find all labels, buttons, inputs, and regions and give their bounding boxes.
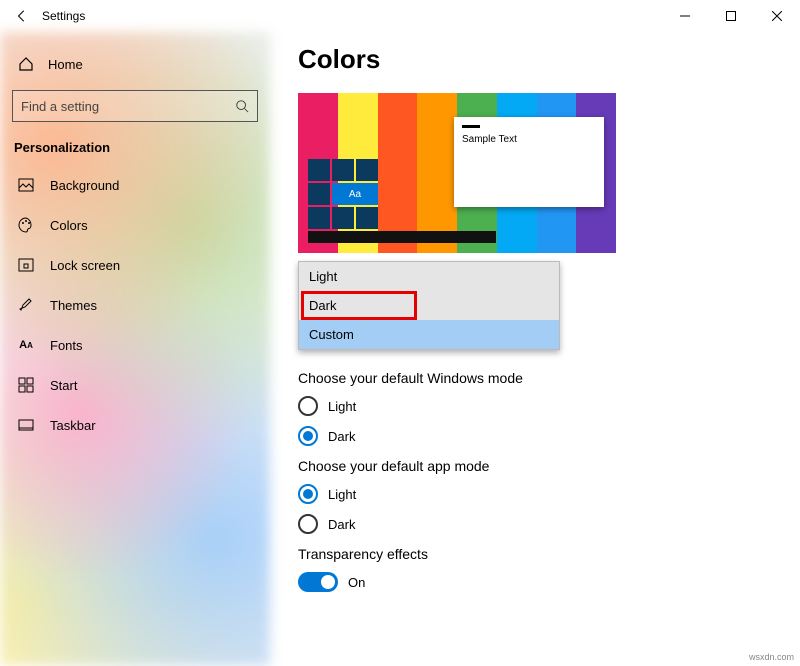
radio-checked-icon	[298, 484, 318, 504]
taskbar-icon	[18, 417, 34, 433]
search-input[interactable]	[21, 99, 235, 114]
app-mode-label: Choose your default app mode	[298, 458, 800, 474]
section-header: Personalization	[0, 122, 270, 165]
page-title: Colors	[298, 44, 800, 75]
window-title: Settings	[42, 9, 85, 23]
sidebar-item-lockscreen[interactable]: Lock screen	[0, 245, 270, 285]
sidebar-item-label: Start	[50, 378, 77, 393]
sidebar-item-fonts[interactable]: AA Fonts	[0, 325, 270, 365]
brush-icon	[18, 297, 34, 313]
sidebar-item-label: Background	[50, 178, 119, 193]
dropdown-option-custom[interactable]: Custom	[299, 320, 559, 349]
color-preview: Sample Text Aa	[298, 93, 616, 253]
sidebar-item-label: Colors	[50, 218, 88, 233]
dropdown-option-dark[interactable]: Dark	[299, 291, 559, 320]
search-icon	[235, 99, 249, 113]
home-icon	[18, 56, 34, 72]
app-mode-light[interactable]: Light	[298, 484, 800, 504]
home-nav[interactable]: Home	[0, 46, 270, 82]
lockscreen-icon	[18, 257, 34, 273]
minimize-icon	[680, 11, 690, 21]
transparency-toggle[interactable]	[298, 572, 338, 592]
radio-checked-icon	[298, 426, 318, 446]
radio-icon	[298, 514, 318, 534]
radio-label: Light	[328, 487, 356, 502]
back-button[interactable]	[8, 2, 36, 30]
dropdown-option-light[interactable]: Light	[299, 262, 559, 291]
sidebar-item-label: Themes	[50, 298, 97, 313]
windows-mode-light[interactable]: Light	[298, 396, 800, 416]
radio-label: Light	[328, 399, 356, 414]
start-icon	[18, 377, 34, 393]
image-icon	[18, 177, 34, 193]
sidebar-item-start[interactable]: Start	[0, 365, 270, 405]
transparency-label: Transparency effects	[298, 546, 800, 562]
sidebar-item-background[interactable]: Background	[0, 165, 270, 205]
sidebar-item-themes[interactable]: Themes	[0, 285, 270, 325]
maximize-button[interactable]	[708, 0, 754, 32]
preview-sample-window: Sample Text	[454, 117, 604, 207]
toggle-value: On	[348, 575, 365, 590]
content-pane: Colors Sample Text Aa Light Dark Custom …	[270, 32, 800, 666]
sidebar-item-colors[interactable]: Colors	[0, 205, 270, 245]
sidebar-item-label: Fonts	[50, 338, 83, 353]
preview-accent-tile: Aa	[332, 183, 378, 205]
windows-mode-label: Choose your default Windows mode	[298, 370, 800, 386]
sidebar-item-label: Taskbar	[50, 418, 96, 433]
font-icon: AA	[18, 337, 34, 353]
radio-label: Dark	[328, 517, 355, 532]
close-button[interactable]	[754, 0, 800, 32]
palette-icon	[18, 217, 34, 233]
sidebar-item-taskbar[interactable]: Taskbar	[0, 405, 270, 445]
radio-label: Dark	[328, 429, 355, 444]
watermark: wsxdn.com	[749, 652, 794, 662]
maximize-icon	[726, 11, 736, 21]
arrow-left-icon	[15, 9, 29, 23]
home-label: Home	[48, 57, 83, 72]
sidebar: Home Personalization Background Colors L…	[0, 32, 270, 666]
preview-sample-text: Sample Text	[462, 134, 517, 145]
close-icon	[772, 11, 782, 21]
minimize-button[interactable]	[662, 0, 708, 32]
radio-icon	[298, 396, 318, 416]
app-mode-dark[interactable]: Dark	[298, 514, 800, 534]
sidebar-item-label: Lock screen	[50, 258, 120, 273]
color-mode-dropdown[interactable]: Light Dark Custom	[298, 261, 560, 350]
search-box[interactable]	[12, 90, 258, 122]
windows-mode-dark[interactable]: Dark	[298, 426, 800, 446]
